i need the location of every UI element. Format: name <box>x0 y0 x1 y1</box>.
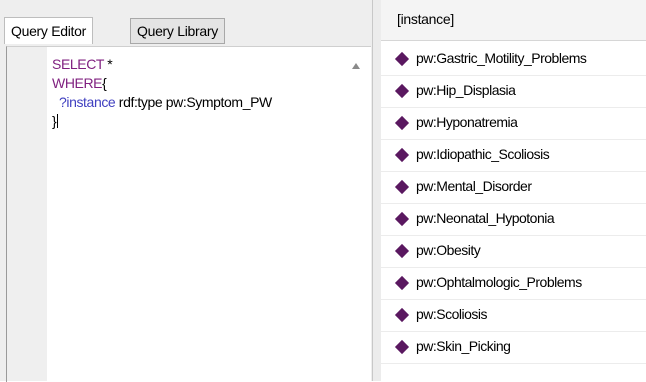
individual-diamond-icon <box>394 275 410 291</box>
result-row[interactable]: pw:Idiopathic_Scoliosis <box>381 140 646 172</box>
result-row-label: pw:Scoliosis <box>416 306 488 322</box>
result-row[interactable]: pw:Hip_Displasia <box>381 76 646 108</box>
individual-diamond-icon <box>394 115 410 131</box>
result-row-label: pw:Idiopathic_Scoliosis <box>416 146 550 162</box>
query-editor-panel: Query Editor Query Library SELECT * WHERE… <box>0 0 372 382</box>
result-row[interactable]: pw:Gastric_Motility_Problems <box>381 44 646 76</box>
individual-diamond-icon <box>394 179 410 195</box>
code-line: WHERE{ <box>52 74 342 93</box>
sparql-keyword: WHERE <box>52 75 103 91</box>
individual-diamond-icon <box>394 51 410 67</box>
result-row[interactable]: pw:Scoliosis <box>381 300 646 332</box>
result-row[interactable]: pw:Neonatal_Hypotonia <box>381 204 646 236</box>
result-row[interactable]: pw:Hyponatremia <box>381 108 646 140</box>
individual-diamond-icon <box>394 243 410 259</box>
editor-gutter <box>7 47 47 381</box>
result-row-label: pw:Skin_Picking <box>416 338 511 354</box>
result-row-label: pw:Ophtalmologic_Problems <box>416 274 582 290</box>
sparql-query-textarea[interactable]: SELECT * WHERE{ ?instance rdf:type pw:Sym… <box>52 55 342 131</box>
result-row-label: pw:Hyponatremia <box>416 114 518 130</box>
result-row-label: pw:Neonatal_Hypotonia <box>416 210 555 226</box>
result-row-label: pw:Hip_Displasia <box>416 82 516 98</box>
result-row[interactable]: pw:Obesity <box>381 236 646 268</box>
tab-strip: Query Editor Query Library <box>0 0 372 46</box>
result-row-label: pw:Gastric_Motility_Problems <box>416 50 587 66</box>
text-cursor <box>57 114 59 128</box>
result-row[interactable]: pw:Skin_Picking <box>381 332 646 364</box>
individual-diamond-icon <box>394 211 410 227</box>
result-row[interactable]: pw:Mental_Disorder <box>381 172 646 204</box>
code-text: } <box>52 113 57 129</box>
scroll-up-icon[interactable] <box>352 63 360 69</box>
sparql-variable: ?instance <box>52 94 116 110</box>
code-text: rdf:type pw:Symptom_PW <box>115 94 272 110</box>
panel-splitter[interactable] <box>372 0 381 381</box>
individual-diamond-icon <box>394 83 410 99</box>
individual-diamond-icon <box>394 147 410 163</box>
tab-query-library[interactable]: Query Library <box>130 18 225 44</box>
column-header-label: [instance] <box>397 11 454 27</box>
code-line: SELECT * <box>52 55 342 74</box>
code-line: } <box>52 112 342 131</box>
individual-diamond-icon <box>394 339 410 355</box>
results-column-header[interactable]: [instance] <box>381 0 646 41</box>
results-list: pw:Gastric_Motility_Problems pw:Hip_Displ… <box>381 44 646 364</box>
result-row-label: pw:Mental_Disorder <box>416 178 532 194</box>
code-text: * <box>103 56 113 72</box>
tab-query-editor[interactable]: Query Editor <box>4 17 93 44</box>
individual-diamond-icon <box>394 307 410 323</box>
results-panel: [instance] pw:Gastric_Motility_Problems p… <box>381 0 646 381</box>
result-row-label: pw:Obesity <box>416 242 481 258</box>
sparql-keyword: SELECT <box>52 56 104 72</box>
code-text: { <box>102 75 107 91</box>
result-row[interactable]: pw:Ophtalmologic_Problems <box>381 268 646 300</box>
code-line: ?instance rdf:type pw:Symptom_PW <box>52 93 342 112</box>
